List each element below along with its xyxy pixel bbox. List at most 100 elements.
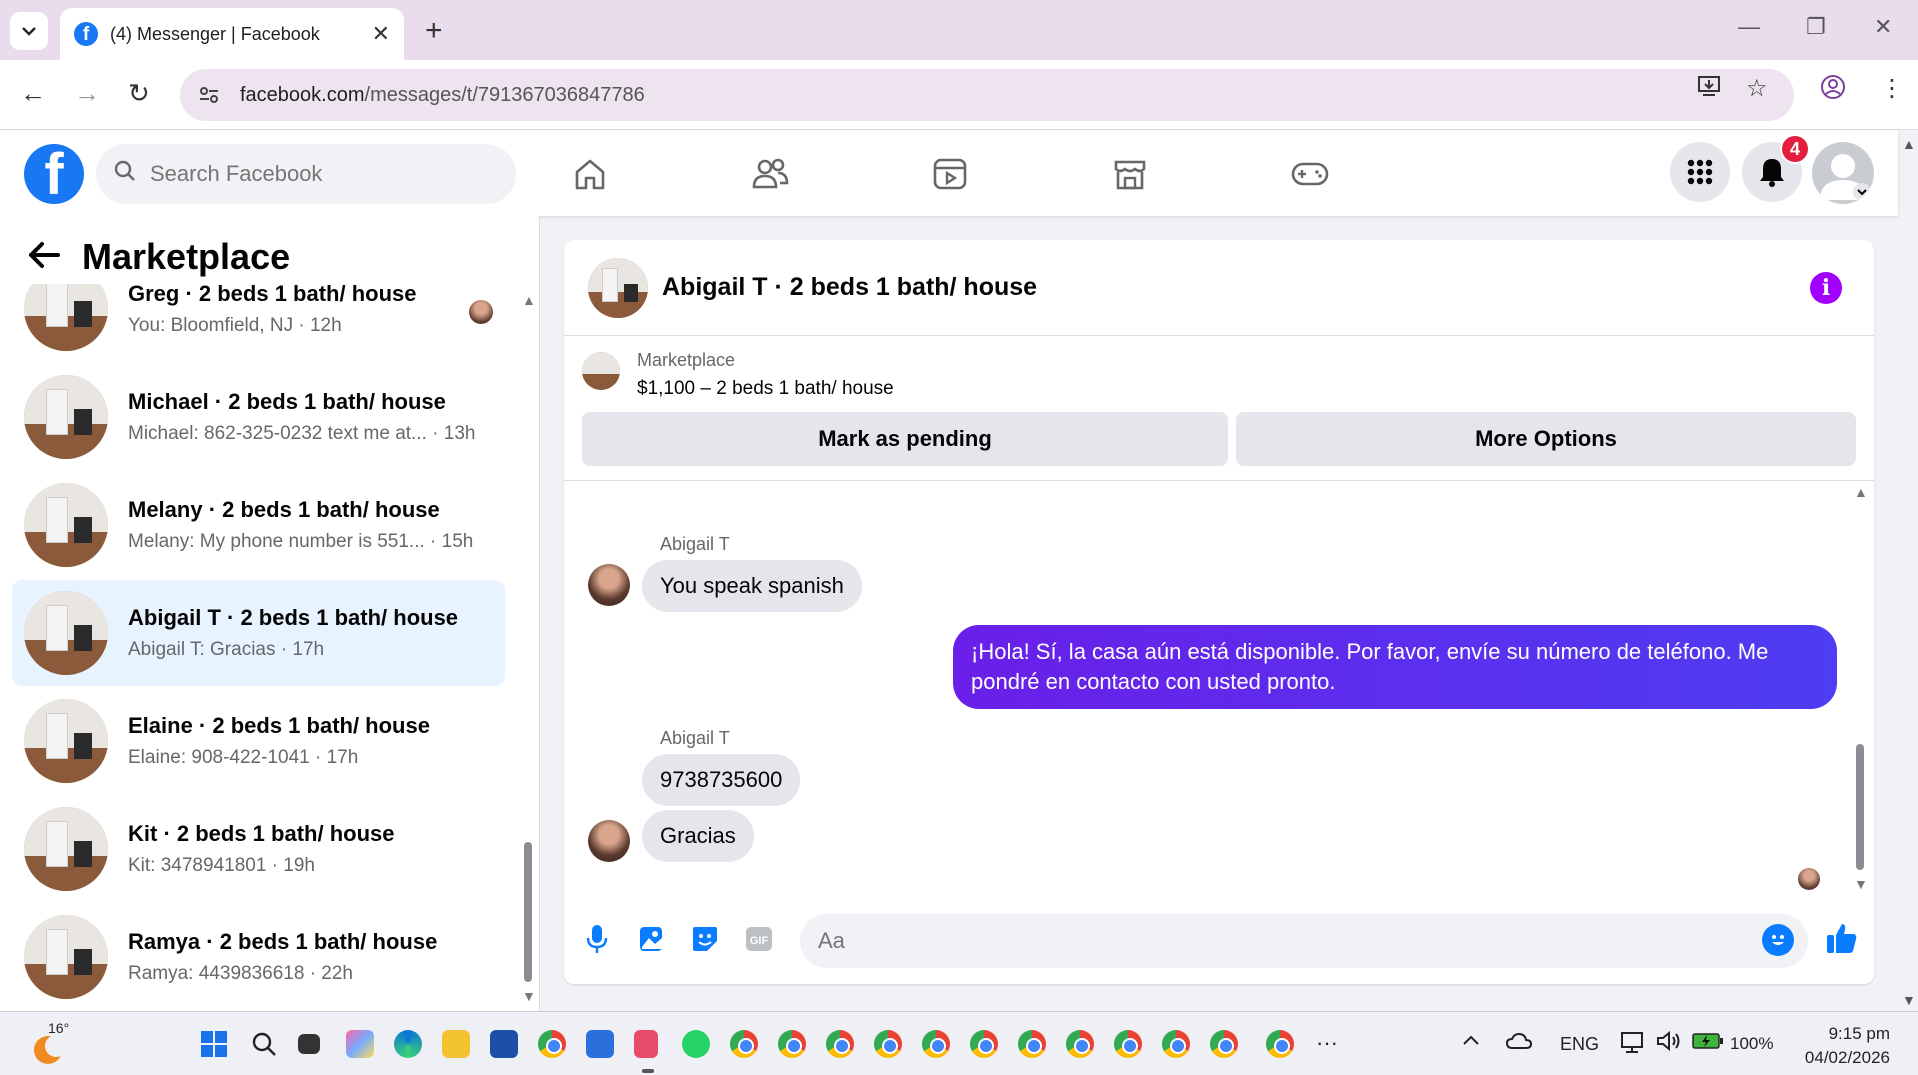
tab-search-button[interactable]	[10, 12, 48, 50]
back-arrow-icon[interactable]: ←	[20, 78, 46, 109]
photo-icon[interactable]	[634, 922, 668, 956]
chrome-icon[interactable]	[730, 1030, 758, 1058]
incoming-message[interactable]: 9738735600	[642, 754, 801, 806]
chrome-icon[interactable]	[874, 1030, 902, 1058]
mail-icon[interactable]	[586, 1030, 614, 1058]
whatsapp-icon[interactable]	[682, 1030, 710, 1058]
scroll-up-arrow-icon[interactable]: ▲	[1854, 484, 1868, 500]
copilot-icon[interactable]	[346, 1030, 374, 1058]
home-icon[interactable]	[566, 150, 614, 198]
conversation-item[interactable]: Greg · 2 beds 1 bath/ house You: Bloomfie…	[12, 284, 505, 362]
microsoft-store-icon[interactable]	[490, 1030, 518, 1058]
browser-menu-icon[interactable]: ⋮	[1880, 74, 1904, 103]
new-tab-button[interactable]: +	[425, 14, 443, 48]
file-explorer-icon[interactable]	[442, 1030, 470, 1058]
chrome-icon[interactable]	[1114, 1030, 1142, 1058]
chat-title[interactable]: Abigail T · 2 beds 1 bath/ house	[662, 273, 1037, 302]
menu-grid-button[interactable]	[1670, 142, 1730, 202]
chrome-icon[interactable]	[1066, 1030, 1094, 1058]
message-input-wrapper[interactable]	[800, 914, 1808, 968]
sender-avatar[interactable]	[588, 820, 630, 862]
chat-scrollbar-thumb[interactable]	[1856, 744, 1864, 870]
listing-price-title[interactable]: $1,100 – 2 beds 1 bath/ house	[637, 378, 894, 400]
friends-icon[interactable]	[746, 150, 794, 198]
chrome-icon[interactable]	[1210, 1030, 1238, 1058]
chrome-icon[interactable]	[538, 1030, 566, 1058]
message-input[interactable]	[818, 928, 1718, 954]
conversation-preview: Ramya: 4439836618 · 22h	[128, 963, 353, 984]
outgoing-message[interactable]: ¡Hola! Sí, la casa aún está disponible. …	[953, 625, 1837, 709]
restore-icon[interactable]: ❐	[1806, 14, 1826, 40]
conversation-item[interactable]: Michael · 2 beds 1 bath/ house Michael: 8…	[12, 364, 505, 470]
conversation-name: Abigail T · 2 beds 1 bath/ house	[128, 605, 459, 630]
info-icon[interactable]: i	[1810, 272, 1842, 304]
minimize-icon[interactable]: —	[1738, 14, 1760, 40]
sender-avatar[interactable]	[588, 564, 630, 606]
conversation-item-active[interactable]: Abigail T · 2 beds 1 bath/ house Abigail …	[12, 580, 505, 686]
battery-icon[interactable]	[1692, 1032, 1724, 1055]
snipping-tool-icon[interactable]	[634, 1030, 658, 1058]
language-indicator[interactable]: ENG	[1560, 1034, 1599, 1055]
clock-date: 04/02/2026	[1804, 1048, 1890, 1067]
conversation-item[interactable]: Melany · 2 beds 1 bath/ house Melany: My …	[12, 472, 505, 578]
gif-icon[interactable]: GIF	[742, 922, 776, 956]
conversation-item[interactable]: Ramya · 2 beds 1 bath/ house Ramya: 44398…	[12, 904, 505, 1010]
thumbs-up-icon[interactable]	[1822, 918, 1862, 958]
incoming-message[interactable]: Gracias	[642, 810, 754, 862]
watch-video-icon[interactable]	[926, 150, 974, 198]
more-apps-icon[interactable]: ···	[1316, 1030, 1338, 1056]
chrome-icon[interactable]	[1162, 1030, 1190, 1058]
install-app-icon[interactable]	[1697, 74, 1723, 105]
facebook-logo-icon[interactable]: f	[24, 144, 84, 204]
message-composer: GIF	[564, 912, 1874, 972]
gaming-icon[interactable]	[1286, 150, 1334, 198]
sidebar-scrollbar-thumb[interactable]	[524, 842, 532, 982]
conversation-item[interactable]: Elaine · 2 beds 1 bath/ house Elaine: 908…	[12, 688, 505, 794]
emoji-icon[interactable]	[1762, 924, 1794, 956]
page-scroll-down-icon[interactable]: ▼	[1902, 992, 1916, 1008]
window-close-icon[interactable]: ✕	[1874, 14, 1892, 40]
task-view-icon[interactable]	[298, 1034, 320, 1054]
sidebar-header: Marketplace	[28, 236, 290, 278]
facebook-search-input[interactable]	[150, 161, 470, 187]
page-scroll-up-icon[interactable]: ▲	[1902, 136, 1916, 152]
conversation-item[interactable]: Kit · 2 beds 1 bath/ house Kit: 347894180…	[12, 796, 505, 902]
search-icon[interactable]	[250, 1030, 278, 1058]
browser-tab-active[interactable]: f (4) Messenger | Facebook ✕	[60, 8, 404, 60]
scroll-down-arrow-icon[interactable]: ▼	[522, 988, 536, 1004]
reload-icon[interactable]: ↻	[128, 78, 150, 109]
chrome-icon-active[interactable]	[1266, 1030, 1294, 1058]
chrome-icon[interactable]	[778, 1030, 806, 1058]
edge-icon[interactable]	[394, 1030, 422, 1058]
chat-listing-thumbnail[interactable]	[588, 257, 648, 318]
mark-as-pending-button[interactable]: Mark as pending	[582, 412, 1228, 466]
scroll-up-arrow-icon[interactable]: ▲	[522, 292, 536, 308]
site-settings-icon[interactable]	[198, 84, 220, 106]
microphone-icon[interactable]	[580, 922, 614, 956]
more-options-button[interactable]: More Options	[1236, 412, 1856, 466]
conversation-preview: Melany: My phone number is 551... · 15h	[128, 531, 474, 552]
tab-close-icon[interactable]: ✕	[372, 21, 390, 47]
bookmark-star-icon[interactable]: ☆	[1746, 74, 1768, 103]
chrome-icon[interactable]	[922, 1030, 950, 1058]
chrome-icon[interactable]	[1018, 1030, 1046, 1058]
back-arrow-icon[interactable]	[28, 236, 60, 278]
onedrive-cloud-icon[interactable]	[1505, 1032, 1533, 1055]
facebook-search[interactable]	[96, 144, 516, 204]
facebook-favicon-icon: f	[74, 22, 98, 46]
marketplace-icon[interactable]	[1106, 150, 1154, 198]
incoming-message[interactable]: You speak spanish	[642, 560, 862, 612]
chrome-icon[interactable]	[826, 1030, 854, 1058]
volume-icon[interactable]	[1656, 1030, 1682, 1057]
forward-arrow-icon[interactable]: →	[74, 78, 100, 109]
show-hidden-icons-icon[interactable]	[1462, 1030, 1480, 1051]
chrome-icon[interactable]	[970, 1030, 998, 1058]
profile-icon[interactable]	[1820, 74, 1846, 107]
scroll-down-arrow-icon[interactable]: ▼	[1854, 876, 1868, 892]
windows-start-icon[interactable]	[200, 1030, 228, 1058]
url-field[interactable]: facebook.com/messages/t/791367036847786	[180, 69, 1794, 121]
network-icon[interactable]	[1620, 1030, 1646, 1059]
account-avatar[interactable]	[1812, 142, 1874, 204]
clock[interactable]: 9:15 pm 04/02/2026	[1805, 1022, 1890, 1070]
sticker-icon[interactable]	[688, 922, 722, 956]
